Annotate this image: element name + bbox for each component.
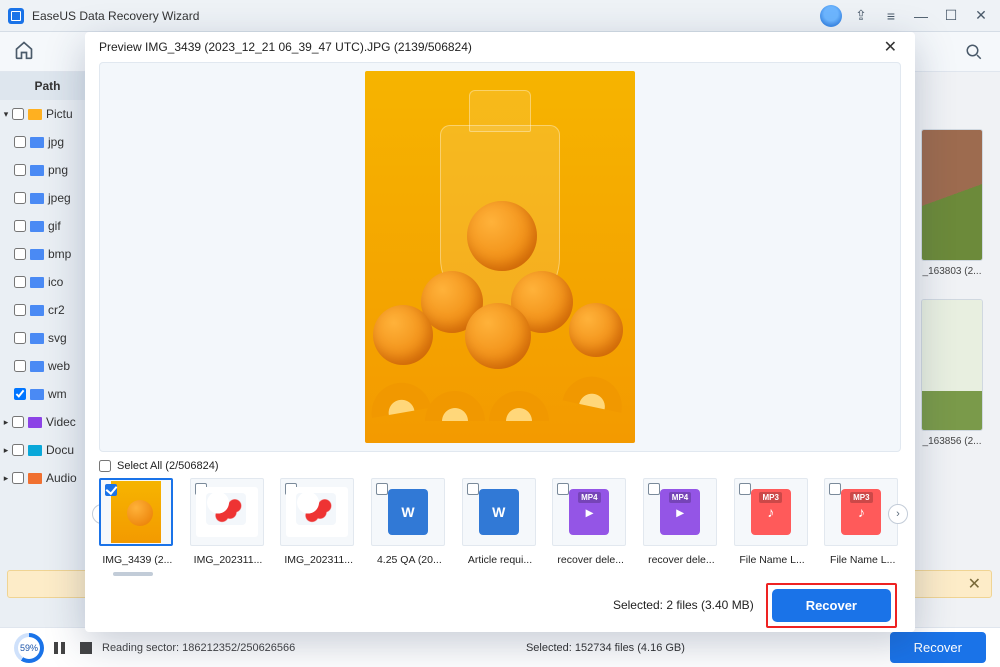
- preview-dialog: Preview IMG_3439 (2023_12_21 06_39_47 UT…: [85, 32, 915, 632]
- select-all-checkbox[interactable]: [99, 460, 111, 472]
- thumb-checkbox[interactable]: [648, 483, 660, 495]
- thumb-checkbox[interactable]: [105, 484, 117, 496]
- thumb-scrollbar[interactable]: [113, 572, 887, 578]
- bg-thumbnail[interactable]: _163803 (2...: [922, 130, 982, 277]
- sidebar-item[interactable]: ico: [0, 268, 95, 296]
- progress-pie: 59%: [14, 633, 44, 663]
- thumbnail[interactable]: MP4▸ recover dele...: [552, 478, 629, 566]
- video-icon: MP4▸: [569, 489, 609, 535]
- sidebar-item[interactable]: bmp: [0, 240, 95, 268]
- sidebar-header: Path: [0, 72, 95, 100]
- sidebar-item[interactable]: png: [0, 156, 95, 184]
- sidebar-item[interactable]: svg: [0, 324, 95, 352]
- app-title: EaseUS Data Recovery Wizard: [32, 9, 199, 23]
- assistant-icon[interactable]: [820, 5, 842, 27]
- sidebar-item[interactable]: jpg: [0, 128, 95, 156]
- image-icon: [111, 481, 161, 543]
- app-icon: [8, 8, 24, 24]
- sidebar-item[interactable]: wm: [0, 380, 95, 408]
- thumbnail[interactable]: IMG_202311...: [190, 478, 267, 566]
- minimize-icon[interactable]: —: [910, 5, 932, 27]
- thumb-checkbox[interactable]: [739, 483, 751, 495]
- sidebar-group[interactable]: ▸Videc: [0, 408, 95, 436]
- video-icon: MP4▸: [660, 489, 700, 535]
- word-icon: W: [388, 489, 428, 535]
- thumbnail[interactable]: MP4▸ recover dele...: [643, 478, 720, 566]
- thumbnail[interactable]: W 4.25 QA (20...: [371, 478, 448, 566]
- thumbnail[interactable]: MP3♪ File Name L...: [824, 478, 901, 566]
- thumb-checkbox[interactable]: [376, 483, 388, 495]
- close-window-icon[interactable]: ✕: [970, 5, 992, 27]
- select-all[interactable]: Select All (2/506824): [99, 460, 901, 472]
- dialog-title: Preview IMG_3439 (2023_12_21 06_39_47 UT…: [99, 40, 472, 54]
- image-icon: [196, 487, 258, 537]
- bg-thumbnail[interactable]: _163856 (2...: [922, 300, 982, 447]
- thumb-nav-next[interactable]: ›: [888, 504, 908, 524]
- selection-summary: Selected: 152734 files (4.16 GB): [526, 642, 685, 654]
- thumb-checkbox[interactable]: [467, 483, 479, 495]
- recover-button-main[interactable]: Recover: [890, 632, 986, 663]
- maximize-icon[interactable]: ☐: [940, 5, 962, 27]
- sidebar-root[interactable]: ▾Pictu: [0, 100, 95, 128]
- audio-icon: MP3♪: [751, 489, 791, 535]
- home-icon[interactable]: [14, 40, 38, 64]
- stop-icon[interactable]: [80, 642, 92, 654]
- thumbnail-strip: ‹ IMG_3439 (2... IMG_202311... IMG_20231…: [99, 478, 901, 566]
- share-icon[interactable]: ⇪: [850, 5, 872, 27]
- thumbnail[interactable]: IMG_202311...: [280, 478, 357, 566]
- search-icon[interactable]: [962, 40, 986, 64]
- status-bar: 59% Reading sector: 186212352/250626566 …: [0, 627, 1000, 667]
- sidebar-item[interactable]: jpeg: [0, 184, 95, 212]
- close-icon[interactable]: ✕: [880, 33, 901, 61]
- image-icon: [286, 487, 348, 537]
- pause-icon[interactable]: [54, 642, 72, 654]
- status-text: Reading sector: 186212352/250626566: [102, 642, 295, 654]
- sidebar-group[interactable]: ▸Docu: [0, 436, 95, 464]
- menu-icon[interactable]: ≡: [880, 5, 902, 27]
- thumb-checkbox[interactable]: [829, 483, 841, 495]
- sidebar-item[interactable]: web: [0, 352, 95, 380]
- dialog-selection-summary: Selected: 2 files (3.40 MB): [613, 598, 754, 612]
- word-icon: W: [479, 489, 519, 535]
- thumbnail[interactable]: MP3♪ File Name L...: [734, 478, 811, 566]
- recover-highlight: Recover: [766, 583, 897, 628]
- thumbnail[interactable]: IMG_3439 (2...: [99, 478, 176, 566]
- preview-image: [365, 71, 635, 443]
- recover-button[interactable]: Recover: [772, 589, 891, 622]
- sidebar-group[interactable]: ▸Audio: [0, 464, 95, 492]
- thumb-checkbox[interactable]: [557, 483, 569, 495]
- sidebar-item[interactable]: cr2: [0, 296, 95, 324]
- sidebar: Path ▾Pictu jpg png jpeg gif bmp ico cr2…: [0, 72, 95, 627]
- title-bar: EaseUS Data Recovery Wizard ⇪ ≡ — ☐ ✕: [0, 0, 1000, 32]
- sidebar-item[interactable]: gif: [0, 212, 95, 240]
- audio-icon: MP3♪: [841, 489, 881, 535]
- preview-area: [99, 62, 901, 452]
- thumbnail[interactable]: W Article requi...: [462, 478, 539, 566]
